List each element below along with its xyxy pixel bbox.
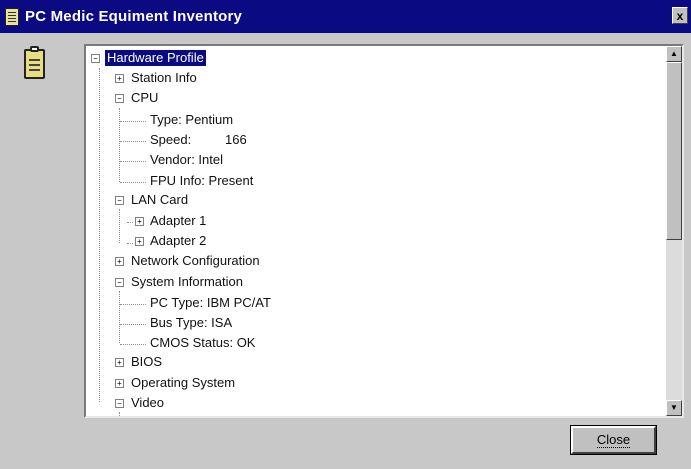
collapse-toggle[interactable]: − bbox=[115, 399, 124, 408]
tree-node-bus-type[interactable]: Bus Type: ISA bbox=[150, 315, 232, 331]
tree-node-pc-type[interactable]: PC Type: IBM PC/AT bbox=[150, 295, 271, 311]
hardware-tree-view[interactable]: − Hardware Profile + Station Info − CPU … bbox=[84, 44, 684, 418]
window-title: PC Medic Equiment Inventory bbox=[25, 8, 243, 25]
tree-node-bios[interactable]: BIOS bbox=[131, 354, 162, 370]
dialog-window: PC Medic Equiment Inventory x − Hardware… bbox=[0, 0, 691, 469]
tree-connector bbox=[120, 304, 146, 305]
tree-connector bbox=[120, 182, 146, 183]
expand-toggle[interactable]: + bbox=[135, 237, 144, 246]
tree-node-cpu-type[interactable]: Type: Pentium bbox=[150, 112, 233, 128]
tree-node-video[interactable]: Video bbox=[131, 395, 164, 411]
collapse-toggle[interactable]: − bbox=[91, 54, 100, 63]
tree-node-operating-system[interactable]: Operating System bbox=[131, 375, 235, 391]
expand-toggle[interactable]: + bbox=[115, 257, 124, 266]
tree-node-cpu-vendor[interactable]: Vendor: Intel bbox=[150, 152, 223, 168]
tree-node-cpu[interactable]: CPU bbox=[131, 90, 158, 106]
collapse-toggle[interactable]: − bbox=[115, 278, 124, 287]
title-close-button[interactable]: x bbox=[672, 7, 688, 24]
tree-connector bbox=[120, 121, 146, 122]
clipboard-icon bbox=[24, 46, 45, 79]
clipboard-icon bbox=[5, 7, 19, 26]
tree-connector bbox=[119, 412, 120, 416]
tree-node-hardware-profile[interactable]: Hardware Profile bbox=[105, 50, 206, 66]
tree-connector bbox=[120, 344, 146, 345]
expand-toggle[interactable]: + bbox=[115, 358, 124, 367]
tree-content: − Hardware Profile + Station Info − CPU … bbox=[86, 46, 666, 416]
tree-connector bbox=[119, 291, 120, 343]
tree-node-adapter-2[interactable]: Adapter 2 bbox=[150, 233, 206, 249]
tree-connector bbox=[120, 141, 146, 142]
tree-connector bbox=[127, 222, 133, 223]
tree-node-fpu-info[interactable]: FPU Info: Present bbox=[150, 173, 253, 189]
close-button-label: Close bbox=[596, 432, 631, 448]
scroll-down-button[interactable]: ▼ bbox=[666, 400, 682, 416]
collapse-toggle[interactable]: − bbox=[115, 196, 124, 205]
tree-connector bbox=[119, 209, 120, 243]
title-bar[interactable]: PC Medic Equiment Inventory x bbox=[0, 0, 691, 33]
tree-node-adapter-1[interactable]: Adapter 1 bbox=[150, 213, 206, 229]
tree-connector bbox=[99, 68, 100, 402]
tree-node-cmos-status[interactable]: CMOS Status: OK bbox=[150, 335, 255, 351]
expand-toggle[interactable]: + bbox=[115, 74, 124, 83]
tree-connector bbox=[120, 161, 146, 162]
tree-node-cpu-speed-value: 166 bbox=[225, 132, 247, 147]
tree-node-lan-card[interactable]: LAN Card bbox=[131, 192, 188, 208]
tree-node-station-info[interactable]: Station Info bbox=[131, 70, 197, 86]
tree-node-system-information[interactable]: System Information bbox=[131, 274, 243, 290]
tree-node-cpu-speed[interactable]: Speed: bbox=[150, 132, 191, 148]
tree-node-network-configuration[interactable]: Network Configuration bbox=[131, 253, 260, 269]
tree-connector bbox=[127, 243, 133, 244]
tree-connector bbox=[120, 324, 146, 325]
collapse-toggle[interactable]: − bbox=[115, 94, 124, 103]
scroll-thumb[interactable] bbox=[666, 62, 682, 240]
scroll-up-button[interactable]: ▲ bbox=[666, 46, 682, 62]
close-button[interactable]: Close bbox=[570, 425, 657, 455]
tree-connector bbox=[119, 108, 120, 182]
expand-toggle[interactable]: + bbox=[115, 379, 124, 388]
expand-toggle[interactable]: + bbox=[135, 217, 144, 226]
vertical-scrollbar[interactable]: ▲ ▼ bbox=[666, 46, 682, 416]
